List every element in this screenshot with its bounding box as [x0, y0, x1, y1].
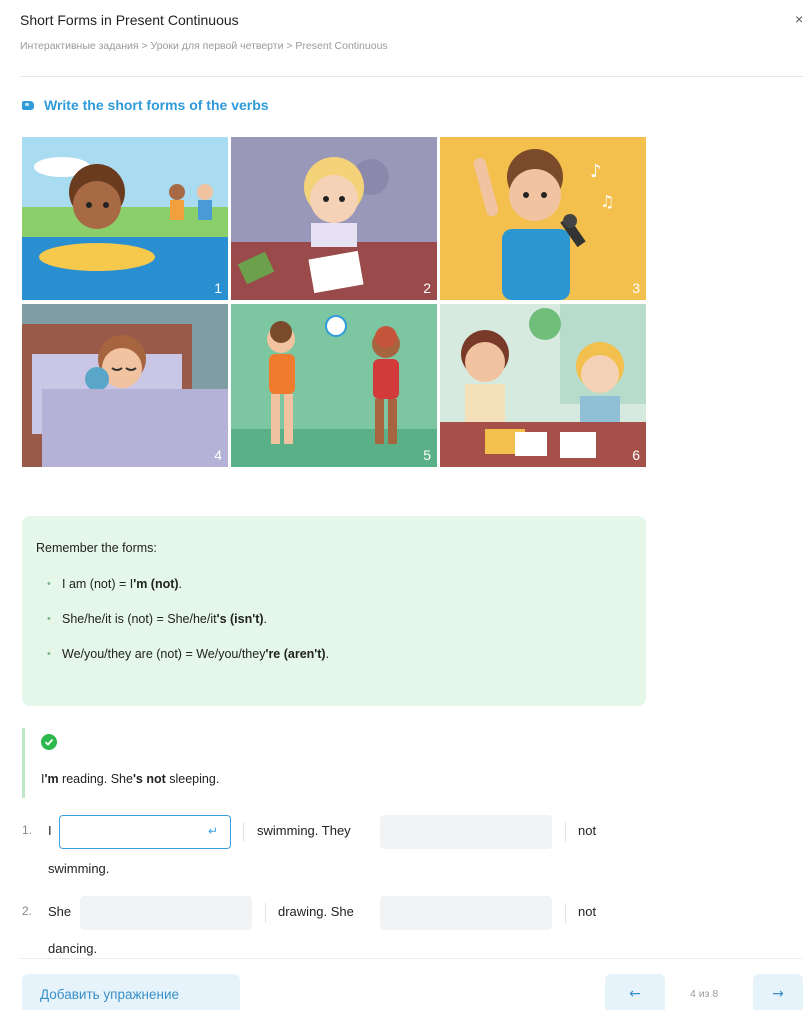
example-bold: 's not	[132, 772, 166, 786]
svg-text:♪: ♪	[590, 161, 602, 182]
next-arrow-icon[interactable]: →	[753, 974, 803, 1010]
header-divider	[20, 76, 803, 77]
divider	[243, 822, 244, 842]
picture-number: 3	[632, 280, 640, 296]
picture-drawing: 2	[231, 137, 437, 300]
page-header: Short Forms in Present Continuous Интера…	[20, 10, 790, 53]
answer-input-1b[interactable]	[380, 815, 552, 849]
list-item: I am (not) = I'm (not).	[36, 576, 632, 592]
form-short: 're (aren't)	[265, 647, 326, 661]
picture-ball: 5	[231, 304, 437, 467]
forms-list: I am (not) = I'm (not). She/he/it is (no…	[36, 576, 632, 662]
form-tail: .	[263, 612, 268, 626]
form-plain: We/you/they are (not) = We/you/they	[62, 647, 266, 661]
form-short: 'm (not)	[133, 577, 179, 591]
image-gallery: 1 2 ♪ ♫ 3 4 5 6	[22, 137, 646, 467]
check-icon	[41, 734, 57, 750]
picture-singing: ♪ ♫ 3	[440, 137, 646, 300]
example-block: I'm reading. She's not sleeping.	[22, 728, 422, 798]
page-title: Short Forms in Present Continuous	[20, 12, 239, 28]
example-bold: 'm	[44, 772, 59, 786]
enter-icon: ↵	[207, 824, 218, 838]
chat-icon	[22, 100, 34, 110]
footer-divider	[20, 958, 803, 959]
picture-sleeping: 4	[22, 304, 228, 467]
exercise-subject: She	[48, 904, 72, 919]
list-item: We/you/they are (not) = We/you/they're (…	[36, 646, 632, 662]
breadcrumb[interactable]: Интерактивные задания > Уроки для первой…	[20, 39, 790, 53]
form-tail: .	[325, 647, 330, 661]
exercise-text: drawing. She	[278, 904, 354, 919]
example-text: reading. She	[58, 772, 133, 786]
picture-number: 5	[423, 447, 431, 463]
remember-heading: Remember the forms:	[36, 541, 157, 555]
form-short: 's (isn't)	[216, 612, 264, 626]
exercise-subject: I	[48, 823, 52, 838]
illustration-swimming	[22, 137, 228, 300]
task-title: Write the short forms of the verbs	[22, 97, 269, 113]
answer-input-2b[interactable]	[380, 896, 552, 930]
example-sentence: I'm reading. She's not sleeping.	[41, 772, 422, 786]
svg-text:♫: ♫	[600, 192, 614, 211]
exercise-text: not	[578, 823, 597, 838]
form-tail: .	[178, 577, 183, 591]
answer-input-1a[interactable]: ↵	[59, 815, 231, 849]
illustration-sleeping	[22, 304, 228, 467]
picture-number: 2	[423, 280, 431, 296]
example-text: sleeping.	[165, 772, 220, 786]
prev-arrow-icon[interactable]: ←	[605, 974, 665, 1010]
exercise-number: 2.	[22, 904, 33, 918]
exercise-text: swimming. They	[257, 823, 351, 838]
exercise-text: dancing.	[48, 941, 98, 956]
remember-box: Remember the forms: I am (not) = I'm (no…	[22, 516, 646, 706]
form-plain: I am (not) = I	[62, 577, 134, 591]
picture-reading: 6	[440, 304, 646, 467]
add-exercise-button[interactable]: Добавить упражнение	[22, 974, 240, 1010]
exercise-text: swimming.	[48, 861, 110, 876]
close-icon[interactable]: ×	[795, 9, 803, 29]
form-plain: She/he/it is (not) = She/he/it	[62, 612, 217, 626]
answer-input-2a[interactable]	[80, 896, 252, 930]
divider	[565, 903, 566, 923]
exercise-text: not	[578, 904, 597, 919]
picture-number: 6	[632, 447, 640, 463]
illustration-ball	[231, 304, 437, 467]
picture-number: 4	[214, 447, 222, 463]
task-title-text: Write the short forms of the verbs	[44, 97, 269, 113]
exercise-number: 1.	[22, 823, 33, 837]
picture-swimming: 1	[22, 137, 228, 300]
illustration-singing: ♪ ♫	[440, 137, 646, 300]
divider	[265, 903, 266, 923]
page-counter: 4 из 8	[690, 988, 719, 1000]
list-item: She/he/it is (not) = She/he/it's (isn't)…	[36, 611, 632, 627]
illustration-reading	[440, 304, 646, 467]
divider	[565, 822, 566, 842]
picture-number: 1	[214, 280, 222, 296]
illustration-drawing	[231, 137, 437, 300]
